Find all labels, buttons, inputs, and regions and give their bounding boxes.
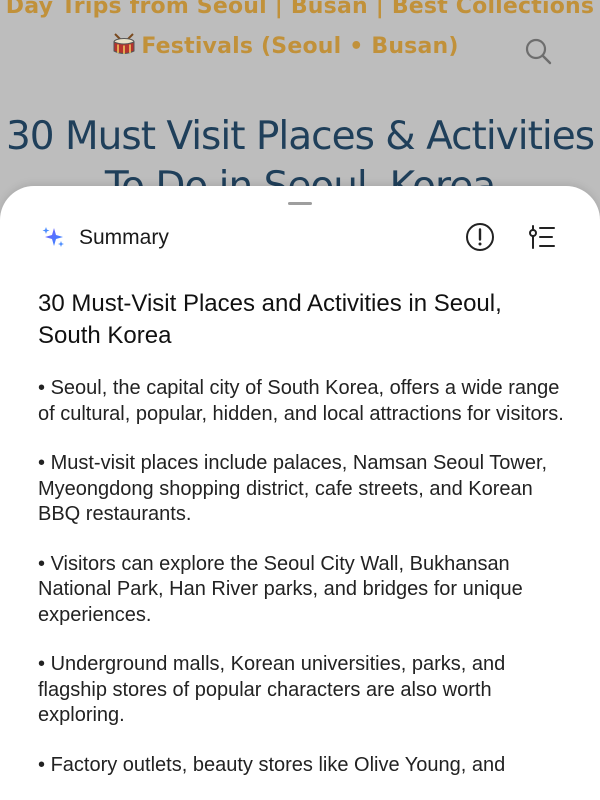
summary-bullet: Factory outlets, beauty stores like Oliv…: [38, 753, 568, 779]
article-title-line-1: 30 Must Visit Places & Activities: [5, 114, 595, 159]
summary-bullet: Visitors can explore the Seoul City Wall…: [38, 552, 568, 629]
info-icon: [466, 223, 494, 251]
options-icon: [529, 225, 555, 249]
summary-bottom-sheet: Summary 30 Must-Visit Places and Activit…: [0, 186, 600, 800]
summary-bullet: Underground malls, Korean universities, …: [38, 652, 568, 729]
summary-content: 30 Must-Visit Places and Activities in S…: [38, 288, 568, 800]
nav-festivals-line[interactable]: Festivals (Seoul • Busan): [0, 32, 600, 59]
drag-handle[interactable]: [288, 202, 312, 205]
nav-links-line[interactable]: Day Trips from Seoul | Busan | Best Coll…: [0, 0, 600, 19]
nav-festivals-label: Festivals (Seoul • Busan): [141, 34, 459, 59]
summary-bullet: Must-visit places include palaces, Namsa…: [38, 451, 568, 528]
summary-title: 30 Must-Visit Places and Activities in S…: [38, 290, 502, 349]
sparkle-icon: [42, 227, 64, 247]
summary-bullet: Seoul, the capital city of South Korea, …: [38, 376, 568, 427]
info-button[interactable]: [462, 219, 498, 255]
header-title: Summary: [79, 226, 169, 249]
options-button[interactable]: [524, 219, 560, 255]
drum-icon: [113, 33, 135, 54]
search-icon[interactable]: [523, 36, 553, 66]
sheet-header: Summary: [0, 216, 600, 260]
